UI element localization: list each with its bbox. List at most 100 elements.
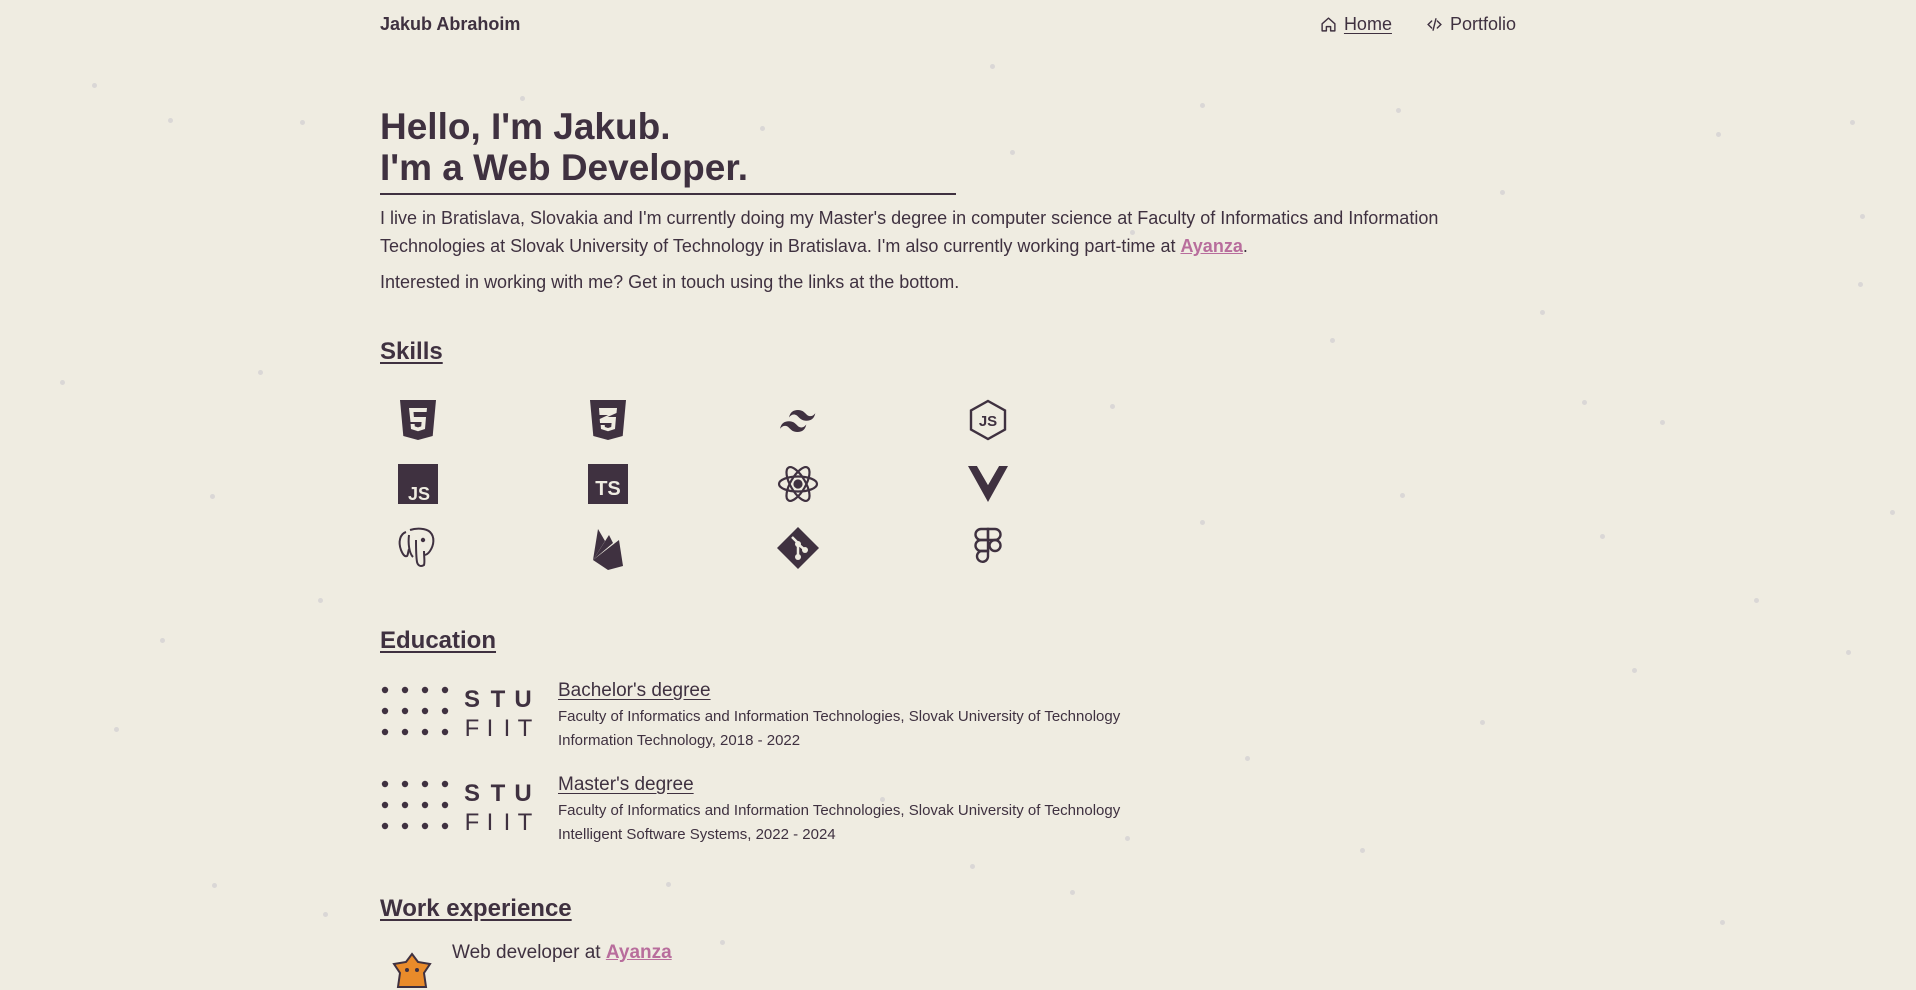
background-dot — [1200, 520, 1205, 525]
contact-cta: Interested in working with me? Get in to… — [380, 272, 960, 292]
background-dot — [1716, 132, 1721, 137]
education-item: STU FIIT Bachelor's degree Faculty of In… — [380, 680, 1280, 760]
background-dot — [1720, 920, 1725, 925]
education-degree-link[interactable]: Master's degree — [558, 774, 694, 796]
background-dot — [1890, 510, 1895, 515]
background-dot — [970, 864, 975, 869]
work-company-link[interactable]: Ayanza — [606, 942, 672, 963]
figma-icon — [966, 526, 1010, 570]
code-icon — [1427, 18, 1442, 31]
background-dot — [1860, 214, 1865, 219]
logo-letter: T — [518, 715, 533, 738]
background-dot — [258, 370, 263, 375]
logo-letter: I — [504, 809, 511, 832]
background-dot — [300, 120, 305, 125]
background-dot — [114, 727, 119, 732]
background-dot — [1540, 310, 1545, 315]
background-dot — [1632, 668, 1637, 673]
education-heading: Education — [380, 627, 497, 654]
javascript-icon: JS — [396, 462, 440, 506]
background-dot — [92, 83, 97, 88]
typescript-icon: TS — [586, 462, 630, 506]
svg-text:JS: JS — [979, 413, 997, 430]
background-dot — [1582, 400, 1587, 405]
background-dot — [1600, 534, 1605, 539]
logo-letter: T — [491, 780, 506, 807]
svg-text:TS: TS — [595, 478, 621, 500]
logo-letter: F — [465, 809, 480, 832]
nav-links: Home Portfolio — [1320, 14, 1516, 35]
background-dot — [1400, 493, 1405, 498]
background-dot — [990, 64, 995, 69]
hero-underline — [380, 193, 956, 195]
html5-icon — [396, 398, 440, 442]
postgresql-icon — [396, 526, 440, 570]
nav-portfolio-link[interactable]: Portfolio — [1426, 14, 1516, 35]
logo-letter: I — [504, 715, 511, 738]
work-role: Web developer at Ayanza — [452, 942, 672, 964]
logo-letter: S — [464, 686, 480, 713]
background-dot — [1010, 150, 1015, 155]
background-dot — [1500, 190, 1505, 195]
skills-heading: Skills — [380, 338, 443, 365]
logo-letter: T — [491, 686, 506, 713]
logo-letter: I — [487, 715, 494, 738]
background-dot — [666, 882, 671, 887]
education-detail: Information Technology, 2018 - 2022 — [558, 732, 801, 749]
stu-fiit-logo: STU FIIT — [381, 686, 533, 738]
background-dot — [1360, 848, 1365, 853]
svg-text:JS: JS — [408, 484, 430, 504]
logo-letter: I — [487, 809, 494, 832]
vue-icon — [966, 462, 1010, 506]
hero-heading: Hello, I'm Jakub. I'm a Web Developer. — [380, 106, 748, 188]
hero-line-2: I'm a Web Developer. — [380, 147, 748, 188]
ayanza-link[interactable]: Ayanza — [1180, 236, 1242, 256]
education-school: Faculty of Informatics and Information T… — [558, 802, 1121, 819]
bio-end: . — [1242, 236, 1248, 256]
background-dot — [318, 598, 323, 603]
education-detail: Intelligent Software Systems, 2022 - 202… — [558, 826, 836, 843]
background-dot — [1070, 890, 1075, 895]
brand-name[interactable]: Jakub Abrahoim — [380, 14, 520, 35]
logo-letter: U — [514, 686, 531, 713]
education-item: STU FIIT Master's degree Faculty of Info… — [380, 774, 1280, 854]
bio-paragraph: I live in Bratislava, Slovakia and I'm c… — [380, 204, 1500, 260]
css3-icon — [586, 398, 630, 442]
background-dot — [210, 494, 215, 499]
background-dot — [1110, 404, 1115, 409]
nodejs-icon: JS — [966, 398, 1010, 442]
logo-letter: S — [464, 780, 480, 807]
logo-letter: F — [465, 715, 480, 738]
background-dot — [60, 380, 65, 385]
nav-home-link[interactable]: Home — [1320, 14, 1392, 35]
ayanza-logo — [392, 952, 432, 988]
background-dot — [160, 638, 165, 643]
background-dot — [1858, 282, 1863, 287]
background-dot — [1846, 650, 1851, 655]
bio-text: I live in Bratislava, Slovakia and I'm c… — [380, 208, 1439, 256]
react-icon — [776, 462, 820, 506]
background-dot — [1330, 338, 1335, 343]
nav-home-label: Home — [1343, 14, 1392, 34]
firebase-icon — [586, 526, 630, 570]
education-degree-link[interactable]: Bachelor's degree — [558, 680, 711, 702]
background-dot — [1660, 420, 1665, 425]
tailwind-icon — [776, 398, 820, 442]
background-dot — [1396, 108, 1401, 113]
background-dot — [1850, 120, 1855, 125]
background-dot — [1480, 720, 1485, 725]
git-icon — [776, 526, 820, 570]
home-icon — [1321, 17, 1336, 32]
background-dot — [1754, 598, 1759, 603]
stu-fiit-logo: STU FIIT — [381, 780, 533, 832]
nav-portfolio-label: Portfolio — [1449, 14, 1516, 34]
work-heading: Work experience — [380, 895, 572, 922]
background-dot — [323, 912, 328, 917]
top-navigation: Jakub Abrahoim Home Portfolio — [380, 14, 1516, 42]
hero-line-1: Hello, I'm Jakub. — [380, 106, 671, 147]
work-item: Web developer at Ayanza — [380, 940, 980, 988]
logo-letter: T — [518, 809, 533, 832]
education-school: Faculty of Informatics and Information T… — [558, 708, 1121, 725]
background-dot — [520, 96, 525, 101]
background-dot — [1200, 103, 1205, 108]
